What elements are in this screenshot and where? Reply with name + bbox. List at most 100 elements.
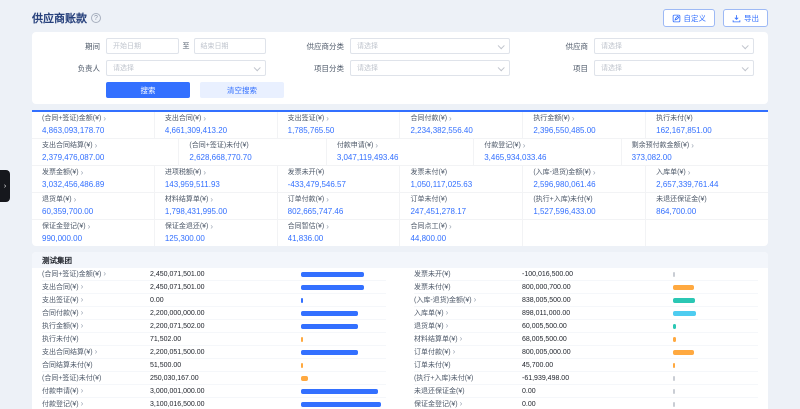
chevron-right-icon[interactable]: ›	[210, 223, 213, 231]
group-metric-label[interactable]: 合同付款(¥)›	[42, 308, 150, 318]
metric-tile[interactable]: 付款申请(¥)›3,047,119,493.46	[327, 139, 474, 165]
metric-tile[interactable]: (合同+签证)金额(¥)›4,863,093,178.70	[32, 112, 155, 138]
supplier-select[interactable]: 请选择	[594, 38, 754, 54]
value-bar	[301, 285, 364, 290]
chevron-right-icon[interactable]: ›	[203, 169, 206, 177]
group-metric-label[interactable]: 退货单(¥)›	[414, 321, 522, 331]
chevron-right-icon[interactable]: ›	[326, 223, 329, 231]
chevron-right-icon[interactable]: ›	[691, 142, 694, 150]
chevron-right-icon[interactable]: ›	[474, 296, 477, 304]
chevron-right-icon[interactable]: ›	[326, 196, 329, 204]
bar-track	[301, 337, 386, 342]
filter-project: 项目 请选择	[534, 60, 754, 76]
metric-label: 合同暂估(¥)	[288, 222, 325, 231]
group-metric-label[interactable]: 材料结算单(¥)›	[414, 334, 522, 344]
chevron-right-icon[interactable]: ›	[81, 400, 84, 408]
metric-tile[interactable]: 合同暂估(¥)›41,836.00	[278, 220, 401, 246]
end-date-input[interactable]: 结束日期	[194, 38, 267, 54]
metric-tile[interactable]: 支出合同结算(¥)›2,379,476,087.00	[32, 139, 179, 165]
metric-tile[interactable]: 发票金额(¥)›3,032,456,486.89	[32, 166, 155, 192]
chevron-right-icon[interactable]: ›	[326, 115, 329, 123]
customize-button[interactable]: 自定义	[663, 9, 716, 27]
metric-tile[interactable]: 合同点工(¥)›44,800.00	[400, 220, 523, 246]
group-metric-label[interactable]: (入库-退货)金额(¥)›	[414, 295, 522, 305]
clear-search-button[interactable]: 清空搜索	[200, 82, 284, 98]
chevron-right-icon[interactable]: ›	[103, 115, 106, 123]
metric-tile[interactable]: 执行金额(¥)›2,396,550,485.00	[523, 112, 646, 138]
chevron-right-icon[interactable]: ›	[523, 142, 526, 150]
chevron-right-icon[interactable]: ›	[375, 142, 378, 150]
search-button[interactable]: 搜索	[106, 82, 190, 98]
chevron-right-icon[interactable]: ›	[88, 223, 91, 231]
group-metric-row: 订单付款(¥)›800,005,000.00	[414, 346, 758, 359]
group-metric-label-text: 执行金额(¥)	[42, 321, 79, 331]
chevron-right-icon[interactable]: ›	[74, 196, 77, 204]
project-select[interactable]: 请选择	[594, 60, 754, 76]
chevron-right-icon[interactable]: ›	[95, 142, 98, 150]
group-metric-label[interactable]: 付款申请(¥)›	[42, 386, 150, 396]
chevron-right-icon[interactable]: ›	[203, 115, 206, 123]
chevron-right-icon[interactable]: ›	[446, 309, 449, 317]
chevron-right-icon[interactable]: ›	[688, 169, 691, 177]
side-drawer-handle[interactable]: ›	[0, 170, 10, 202]
group-metric-label-text: (合同+签证)金额(¥)	[42, 269, 101, 279]
chevron-right-icon[interactable]: ›	[460, 335, 463, 343]
group-metric-label-text: 合同结算未付(¥)	[42, 360, 93, 370]
bar-track	[301, 363, 386, 368]
chevron-right-icon[interactable]: ›	[460, 400, 463, 408]
help-icon[interactable]: ?	[91, 13, 101, 23]
metric-tile[interactable]: 支出签证(¥)›1,785,765.50	[278, 112, 401, 138]
group-metric-label[interactable]: 入库单(¥)›	[414, 308, 522, 318]
group-metric-lists: (合同+签证)金额(¥)›2,450,071,501.00支出合同(¥)›2,4…	[32, 268, 768, 409]
chevron-right-icon[interactable]: ›	[449, 223, 452, 231]
metric-tile[interactable]: 付款登记(¥)›3,465,934,033.46	[474, 139, 621, 165]
chevron-right-icon[interactable]: ›	[453, 348, 456, 356]
owner-label: 负责人	[46, 63, 100, 74]
bar-track	[301, 285, 386, 290]
group-metric-label-text: 入库单(¥)	[414, 308, 444, 318]
group-metric-label[interactable]: 订单付款(¥)›	[414, 347, 522, 357]
metric-tile[interactable]: 入库单(¥)›2,657,339,761.44	[646, 166, 768, 192]
group-metric-label[interactable]: 支出合同(¥)›	[42, 282, 150, 292]
metric-tile[interactable]: 保证金退还(¥)›125,300.00	[155, 220, 278, 246]
metric-tile[interactable]: 保证金登记(¥)›990,000.00	[32, 220, 155, 246]
chevron-right-icon[interactable]: ›	[210, 196, 213, 204]
chevron-right-icon[interactable]: ›	[103, 270, 106, 278]
supplier-category-label: 供应商分类	[290, 41, 344, 52]
metric-tile[interactable]: 材料结算单(¥)›1,798,431,995.00	[155, 193, 278, 219]
chevron-right-icon[interactable]: ›	[81, 309, 84, 317]
chevron-right-icon[interactable]: ›	[81, 387, 84, 395]
metric-tile[interactable]: 进项税额(¥)›143,959,511.93	[155, 166, 278, 192]
group-metric-label[interactable]: 执行金额(¥)›	[42, 321, 150, 331]
group-header[interactable]: 测试集团	[32, 252, 768, 268]
chevron-right-icon[interactable]: ›	[81, 283, 84, 291]
chevron-right-icon[interactable]: ›	[449, 115, 452, 123]
project-category-select[interactable]: 请选择	[350, 60, 510, 76]
chevron-right-icon[interactable]: ›	[81, 169, 84, 177]
metric-tile[interactable]: 剩余预付款金额(¥)›373,082.00	[622, 139, 768, 165]
metric-tile[interactable]: 订单付款(¥)›802,665,747.46	[278, 193, 401, 219]
group-metric-label[interactable]: 付款登记(¥)›	[42, 399, 150, 409]
chevron-right-icon[interactable]: ›	[95, 348, 98, 356]
chevron-right-icon[interactable]: ›	[81, 322, 84, 330]
chevron-right-icon[interactable]: ›	[446, 322, 449, 330]
group-metric-row: 订单未付(¥)45,700.00	[414, 359, 758, 372]
metric-tile: 订单未付(¥)247,451,278.17	[400, 193, 523, 219]
owner-select[interactable]: 请选择	[106, 60, 266, 76]
chevron-right-icon[interactable]: ›	[81, 296, 84, 304]
chevron-right-icon[interactable]: ›	[572, 115, 575, 123]
supplier-category-select[interactable]: 请选择	[350, 38, 510, 54]
start-date-input[interactable]: 开始日期	[106, 38, 179, 54]
group-metric-label[interactable]: 支出签证(¥)›	[42, 295, 150, 305]
group-metric-label[interactable]: 支出合同结算(¥)›	[42, 347, 150, 357]
group-metric-label[interactable]: (合同+签证)金额(¥)›	[42, 269, 150, 279]
group-metric-label[interactable]: 保证金登记(¥)›	[414, 399, 522, 409]
export-button[interactable]: 导出	[723, 9, 768, 27]
chevron-right-icon[interactable]: ›	[593, 169, 596, 177]
group-metric-label: 发票未开(¥)	[414, 269, 522, 279]
metric-tile[interactable]: (入库-退货)金额(¥)›2,596,980,061.46	[523, 166, 646, 192]
metric-tile[interactable]: 支出合同(¥)›4,661,309,413.20	[155, 112, 278, 138]
metric-tile[interactable]: 合同付款(¥)›2,234,382,556.40	[400, 112, 523, 138]
metric-tile[interactable]: 退货单(¥)›60,359,700.00	[32, 193, 155, 219]
value-bar	[301, 337, 303, 342]
